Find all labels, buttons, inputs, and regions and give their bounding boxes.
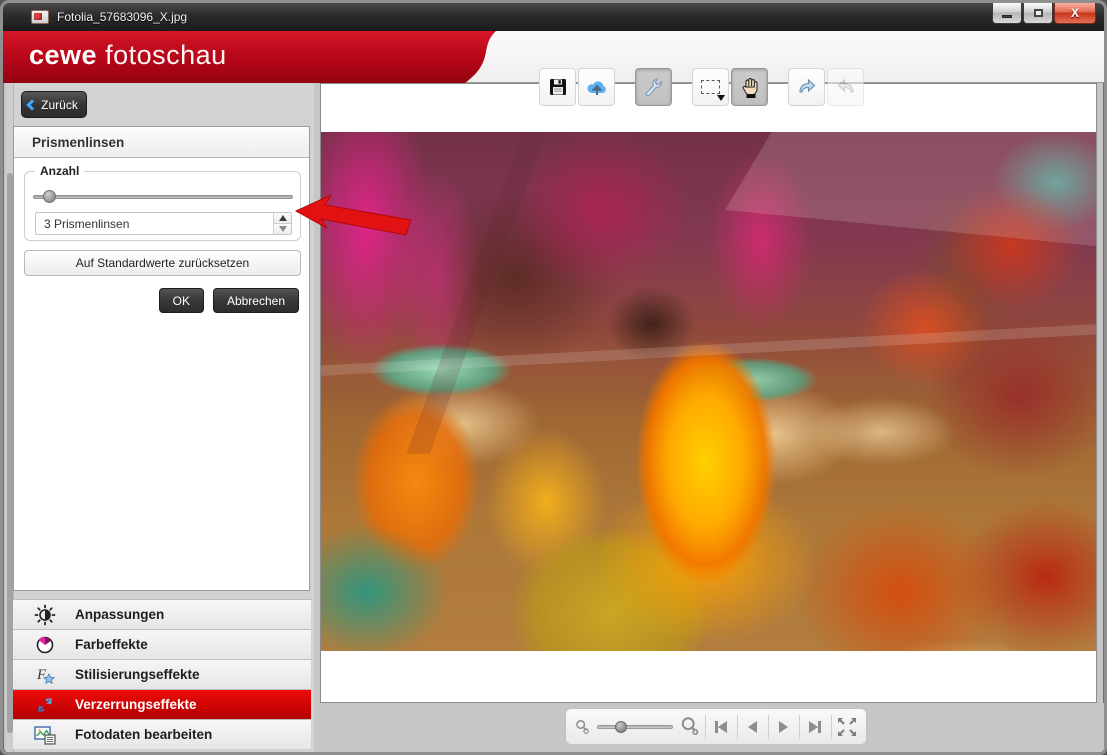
- previous-image-button[interactable]: [741, 713, 764, 741]
- logo-bold: cewe: [29, 40, 97, 70]
- app-window: Fotolia_57683096_X.jpg X cewe fotoschau …: [0, 0, 1107, 755]
- header: cewe fotoschau Optionen Hilfe: [3, 31, 1104, 83]
- upload-button[interactable]: [578, 68, 615, 106]
- sidebar-item-label: Fotodaten bearbeiten: [75, 727, 212, 742]
- anzahl-label: Anzahl: [35, 164, 84, 178]
- first-image-button[interactable]: [710, 713, 733, 741]
- forward-icon: [796, 77, 818, 97]
- save-button[interactable]: [539, 68, 576, 106]
- upload-icon: [586, 77, 608, 97]
- reset-defaults-button[interactable]: Auf Standardwerte zurücksetzen: [24, 250, 301, 276]
- arrow-up-icon: [279, 215, 287, 221]
- annotation-arrow: [294, 194, 414, 244]
- divider: [831, 715, 832, 739]
- hand-tool-button[interactable]: [731, 68, 768, 106]
- app-logo: cewe fotoschau: [29, 40, 227, 71]
- image-canvas[interactable]: [320, 83, 1097, 703]
- sidebar-item-fotodaten[interactable]: Fotodaten bearbeiten: [13, 719, 311, 749]
- arrow-down-icon: [279, 226, 287, 232]
- previous-image-icon: [748, 721, 757, 733]
- slider-handle[interactable]: [43, 190, 56, 203]
- spin-up-button[interactable]: [274, 213, 291, 224]
- forward-button[interactable]: [788, 68, 825, 106]
- ok-button[interactable]: OK: [159, 288, 204, 313]
- hand-icon: [740, 76, 760, 98]
- divider: [705, 715, 706, 739]
- zoom-toolbar: [565, 708, 867, 745]
- color-icon: [33, 634, 57, 656]
- sidebar-item-stilisierungseffekte[interactable]: F Stilisierungseffekte: [13, 659, 311, 689]
- zoom-out-icon[interactable]: [574, 717, 591, 737]
- spinner-buttons: [273, 213, 291, 234]
- zoom-slider[interactable]: [597, 720, 674, 734]
- logo-light: fotoschau: [105, 40, 227, 70]
- window-title: Fotolia_57683096_X.jpg: [57, 10, 187, 24]
- next-image-icon: [779, 721, 788, 733]
- selection-tool-button[interactable]: [692, 68, 729, 106]
- stylize-icon: F: [33, 664, 57, 686]
- titlebar[interactable]: Fotolia_57683096_X.jpg X: [3, 3, 1104, 31]
- count-slider[interactable]: [33, 190, 293, 204]
- undo-icon: [835, 77, 857, 97]
- adjust-tool-button[interactable]: [635, 68, 672, 106]
- zoom-slider-handle[interactable]: [615, 721, 627, 733]
- zoom-in-icon[interactable]: [679, 714, 701, 740]
- next-image-button[interactable]: [773, 713, 796, 741]
- back-label: Zurück: [41, 98, 78, 112]
- menu-optionen[interactable]: Optionen: [333, 88, 384, 102]
- panel-title: Prismenlinsen: [14, 127, 309, 158]
- chevron-left-icon: [26, 99, 37, 110]
- last-image-icon: [818, 721, 821, 733]
- anzahl-group: Anzahl 3 Prismenlinsen: [24, 171, 301, 241]
- sidebar-item-label: Farbeffekte: [75, 637, 148, 652]
- zoom-slider-track[interactable]: [597, 725, 674, 729]
- effect-categories: Anpassungen Farbeffekte F: [13, 599, 311, 749]
- app-icon: [31, 10, 49, 24]
- chevron-down-icon: [717, 95, 725, 101]
- sidebar-item-label: Verzerrungseffekte: [75, 697, 197, 712]
- fullscreen-icon: [836, 716, 858, 738]
- minimize-icon: [1002, 15, 1012, 18]
- divider: [737, 715, 738, 739]
- back-button[interactable]: Zurück: [21, 91, 87, 118]
- sidebar-item-label: Anpassungen: [75, 607, 164, 622]
- last-image-button[interactable]: [804, 713, 827, 741]
- sidebar-item-label: Stilisierungseffekte: [75, 667, 200, 682]
- first-image-icon: [718, 721, 727, 733]
- slider-track[interactable]: [33, 195, 293, 199]
- photo-data-icon: [33, 724, 57, 746]
- spin-down-button[interactable]: [274, 224, 291, 234]
- divider: [768, 715, 769, 739]
- undo-button[interactable]: [827, 68, 864, 106]
- maximize-button[interactable]: [1023, 3, 1053, 24]
- main-toolbar: [539, 67, 866, 107]
- close-icon: X: [1071, 6, 1079, 20]
- count-spinner[interactable]: 3 Prismenlinsen: [35, 212, 292, 235]
- close-button[interactable]: X: [1054, 3, 1096, 24]
- sidebar-item-verzerrungseffekte[interactable]: Verzerrungseffekte: [13, 689, 311, 719]
- minimize-button[interactable]: [992, 3, 1022, 24]
- sidebar-item-farbeffekte[interactable]: Farbeffekte: [13, 629, 311, 659]
- last-image-icon: [809, 721, 818, 733]
- sidebar: Zurück Prismenlinsen Anzahl 3 Prismenlin…: [6, 83, 314, 752]
- photo-spice-market: [321, 132, 1097, 651]
- fullscreen-button[interactable]: [835, 713, 858, 741]
- maximize-icon: [1034, 9, 1043, 17]
- save-icon: [548, 77, 568, 97]
- spinner-value[interactable]: 3 Prismenlinsen: [36, 213, 273, 234]
- svg-text:F: F: [36, 667, 47, 683]
- distortion-icon: [33, 694, 57, 716]
- window-controls: X: [992, 3, 1096, 24]
- menu-hilfe[interactable]: Hilfe: [413, 88, 438, 102]
- sidebar-item-anpassungen[interactable]: Anpassungen: [13, 599, 311, 629]
- cancel-button[interactable]: Abbrechen: [213, 288, 299, 313]
- effect-panel: Prismenlinsen Anzahl 3 Prismenlinsen Auf…: [13, 126, 310, 591]
- dialog-buttons: OK Abbrechen: [159, 288, 299, 313]
- selection-icon: [701, 80, 720, 94]
- wrench-icon: [643, 76, 665, 98]
- divider: [799, 715, 800, 739]
- brightness-icon: [33, 604, 57, 626]
